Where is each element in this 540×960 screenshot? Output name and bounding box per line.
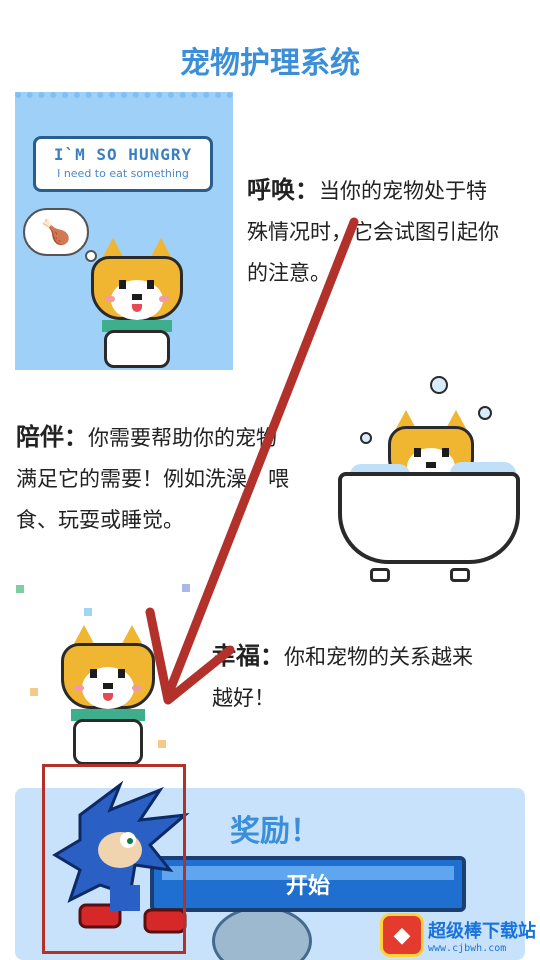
hungry-speech-bubble: I`M SO HUNGRY I need to eat something — [33, 136, 213, 192]
companion-section: 陪伴：你需要帮助你的宠物 满足它的需要！例如洗澡、喂 食、玩耍或睡觉。 — [16, 417, 289, 541]
tub-leg — [370, 568, 390, 582]
highlight-box — [42, 764, 186, 954]
sparkle-icon — [84, 608, 92, 616]
companion-line: 你需要帮助你的宠物 — [88, 426, 277, 450]
drumstick-icon: 🍗 — [23, 208, 89, 256]
watermark-name: 超级棒下载站 — [428, 920, 536, 942]
bubble-icon — [430, 376, 448, 394]
sparkle-icon — [158, 740, 166, 748]
shiba-dog-icon — [58, 625, 158, 765]
start-button-label: 开始 — [285, 874, 330, 899]
tub-leg — [450, 568, 470, 582]
bubble-icon — [478, 406, 492, 420]
happiness-label: 幸福： — [212, 642, 284, 670]
hungry-card-title: I`M SO HUNGRY — [53, 145, 193, 164]
bathing-dog-illustration — [330, 372, 530, 582]
sparkle-icon — [16, 585, 24, 593]
call-line: 当你的宠物处于特 — [319, 179, 487, 203]
sparkle-icon — [30, 688, 38, 696]
sparkle-icon — [182, 584, 190, 592]
call-label: 呼唤： — [247, 176, 319, 204]
bubble-icon — [360, 432, 372, 444]
watermark-text: 超级棒下载站 www.cjbwh.com — [428, 917, 536, 954]
happiness-line: 越好！ — [212, 686, 275, 710]
watermark-logo-icon: ◆ — [380, 913, 424, 957]
site-watermark: ◆ 超级棒下载站 www.cjbwh.com — [380, 910, 540, 960]
hungry-dog-illustration: I`M SO HUNGRY I need to eat something 🍗 — [15, 92, 233, 370]
call-line: 殊情况时，它会试图引起你 — [247, 220, 499, 244]
companion-line: 食、玩耍或睡觉。 — [16, 508, 184, 532]
bathtub-icon — [338, 472, 520, 564]
happiness-section: 幸福：你和宠物的关系越来 越好！ — [212, 636, 473, 719]
reward-title: 奖励！ — [230, 814, 320, 849]
watermark-url: www.cjbwh.com — [428, 942, 507, 954]
companion-label: 陪伴： — [16, 423, 88, 451]
call-line: 的注意。 — [247, 261, 331, 285]
shiba-dog-icon — [87, 238, 187, 368]
page-title: 宠物护理系统 — [180, 46, 360, 81]
hungry-card-subtitle: I need to eat something — [57, 167, 189, 180]
companion-line: 满足它的需要！例如洗澡、喂 — [16, 467, 289, 491]
happiness-line: 你和宠物的关系越来 — [284, 645, 473, 669]
call-section: 呼唤：当你的宠物处于特 殊情况时，它会试图引起你 的注意。 — [247, 170, 499, 294]
